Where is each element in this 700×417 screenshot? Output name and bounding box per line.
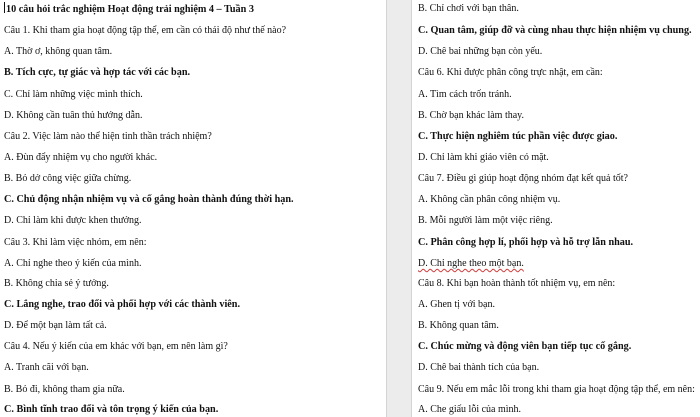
line-text: C. Chủ động nhận nhiệm vụ và cố gắng hoà… [4,194,294,205]
text-line: C. Thực hiện nghiêm túc phần việc được g… [418,130,617,143]
text-line: C. Chủ động nhận nhiệm vụ và cố gắng hoà… [4,193,294,206]
text-line: A. Ghen tị với bạn. [418,298,495,311]
line-text: D. Để một bạn làm tất cả. [4,320,107,331]
document-title: 10 câu hỏi trắc nghiệm Hoạt động trải ng… [4,2,254,16]
line-text: 10 câu hỏi trắc nghiệm Hoạt động trải ng… [6,4,254,15]
line-text: B. Tích cực, tự giác và hợp tác với các … [4,67,191,78]
text-cursor [4,2,5,13]
text-line: C. Chúc mừng và động viên bạn tiếp tục c… [418,340,631,353]
text-line: B. Không quan tâm. [418,319,499,332]
line-text: A. Thờ ơ, không quan tâm. [4,46,113,57]
line-text: C. Chỉ làm những việc mình thích. [4,89,143,100]
text-line: D. Chỉ làm khi giáo viên có mặt. [418,151,549,164]
line-text: Câu 8. Khi bạn hoàn thành tốt nhiệm vụ, … [418,278,616,289]
line-text: Câu 9. Nếu em mắc lỗi trong khi tham gia… [418,384,695,395]
line-text: C. Thực hiện nghiêm túc phần việc được g… [418,131,618,142]
text-line: B. Bỏ đi, không tham gia nữa. [4,383,125,396]
line-text: Câu 6. Khi được phân công trực nhật, em … [418,67,603,78]
line-text: D. Chê bai thành tích của bạn. [418,362,540,373]
text-line: B. Tích cực, tự giác và hợp tác với các … [4,66,190,79]
text-line: C. Bình tĩnh trao đổi và tôn trọng ý kiế… [4,403,218,416]
line-text: A. Tranh cãi với bạn. [4,362,89,373]
text-line: A. Chỉ nghe theo ý kiến của mình. [4,257,141,270]
text-line: D. Không cần tuân thủ hướng dẫn. [4,109,142,122]
text-line: A. Đùn đẩy nhiệm vụ cho người khác. [4,151,157,164]
line-text: C. Chúc mừng và động viên bạn tiếp tục c… [418,341,632,352]
text-line: B. Bỏ dở công việc giữa chừng. [4,172,131,185]
text-line: Câu 3. Khi làm việc nhóm, em nên: [4,236,146,249]
line-text: Câu 2. Việc làm nào thể hiện tinh thần t… [4,131,212,142]
line-text: B. Mỗi người làm một việc riêng. [418,215,553,226]
line-text: B. Bỏ đi, không tham gia nữa. [4,384,125,395]
line-text: A. Không cần phân công nhiệm vụ. [418,194,561,205]
line-text: D. Không cần tuân thủ hướng dẫn. [4,110,143,121]
text-line: C. Lắng nghe, trao đổi và phối hợp với c… [4,298,240,311]
text-line: B. Chờ bạn khác làm thay. [418,109,524,122]
text-line: Câu 7. Điều gì giúp hoạt động nhóm đạt k… [418,172,628,185]
text-line: A. Tranh cãi với bạn. [4,361,89,374]
text-line: Câu 8. Khi bạn hoàn thành tốt nhiệm vụ, … [418,277,615,290]
line-text: B. Chỉ chơi với bạn thân. [418,3,519,14]
page-gutter [386,0,412,417]
text-line: D. Chê bai những bạn còn yếu. [418,45,542,58]
text-line: C. Quan tâm, giúp đỡ và cùng nhau thực h… [418,24,692,37]
line-text: B. Không chia sẻ ý tưởng. [4,278,109,289]
text-line: Câu 2. Việc làm nào thể hiện tinh thần t… [4,130,212,143]
text-line: A. Tìm cách trốn tránh. [418,88,512,101]
text-line: B. Chỉ chơi với bạn thân. [418,2,519,15]
text-line: D. Chỉ nghe theo một bạn. [418,257,524,270]
text-line: C. Phân công hợp lí, phối hợp và hỗ trợ … [418,236,633,249]
text-line: A. Che giấu lỗi của mình. [418,403,521,416]
line-text: A. Đùn đẩy nhiệm vụ cho người khác. [4,152,158,163]
line-text: D. Chê bai những bạn còn yếu. [418,46,543,57]
text-line: D. Chỉ làm khi được khen thưởng. [4,214,142,227]
line-text: A. Tìm cách trốn tránh. [418,89,512,100]
text-line: B. Không chia sẻ ý tưởng. [4,277,109,290]
right-page: B. Chỉ chơi với bạn thân. C. Quan tâm, gi… [412,0,700,417]
line-text: A. Chỉ nghe theo ý kiến của mình. [4,258,142,269]
text-line: Câu 6. Khi được phân công trực nhật, em … [418,66,603,79]
text-line: A. Không cần phân công nhiệm vụ. [418,193,560,206]
line-text: C. Lắng nghe, trao đổi và phối hợp với c… [4,299,241,310]
left-page: 10 câu hỏi trắc nghiệm Hoạt động trải ng… [0,0,386,417]
line-text: D. Chỉ làm khi được khen thưởng. [4,215,142,226]
line-text: Câu 3. Khi làm việc nhóm, em nên: [4,237,147,248]
text-line: Câu 9. Nếu em mắc lỗi trong khi tham gia… [418,383,695,396]
line-text: A. Ghen tị với bạn. [418,299,495,310]
text-line: Câu 1. Khi tham gia hoạt động tập thể, e… [4,24,286,37]
line-text: Câu 4. Nếu ý kiến của em khác với bạn, e… [4,341,228,352]
text-line: A. Thờ ơ, không quan tâm. [4,45,112,58]
line-text: Câu 1. Khi tham gia hoạt động tập thể, e… [4,25,287,36]
line-text: C. Bình tĩnh trao đổi và tôn trọng ý kiế… [4,404,219,415]
text-line: C. Chỉ làm những việc mình thích. [4,88,143,101]
text-line: Câu 4. Nếu ý kiến của em khác với bạn, e… [4,340,228,353]
line-text: B. Không quan tâm. [418,320,499,331]
line-text: C. Phân công hợp lí, phối hợp và hỗ trợ … [418,237,634,248]
line-text: D. Chỉ nghe theo một bạn. [418,258,524,269]
text-line: B. Mỗi người làm một việc riêng. [418,214,553,227]
line-text: C. Quan tâm, giúp đỡ và cùng nhau thực h… [418,25,692,36]
line-text: D. Chỉ làm khi giáo viên có mặt. [418,152,549,163]
line-text: Câu 7. Điều gì giúp hoạt động nhóm đạt k… [418,173,628,184]
line-text: B. Chờ bạn khác làm thay. [418,110,525,121]
line-text: A. Che giấu lỗi của mình. [418,404,522,415]
line-text: B. Bỏ dở công việc giữa chừng. [4,173,132,184]
text-line: D. Để một bạn làm tất cả. [4,319,107,332]
text-line: D. Chê bai thành tích của bạn. [418,361,539,374]
